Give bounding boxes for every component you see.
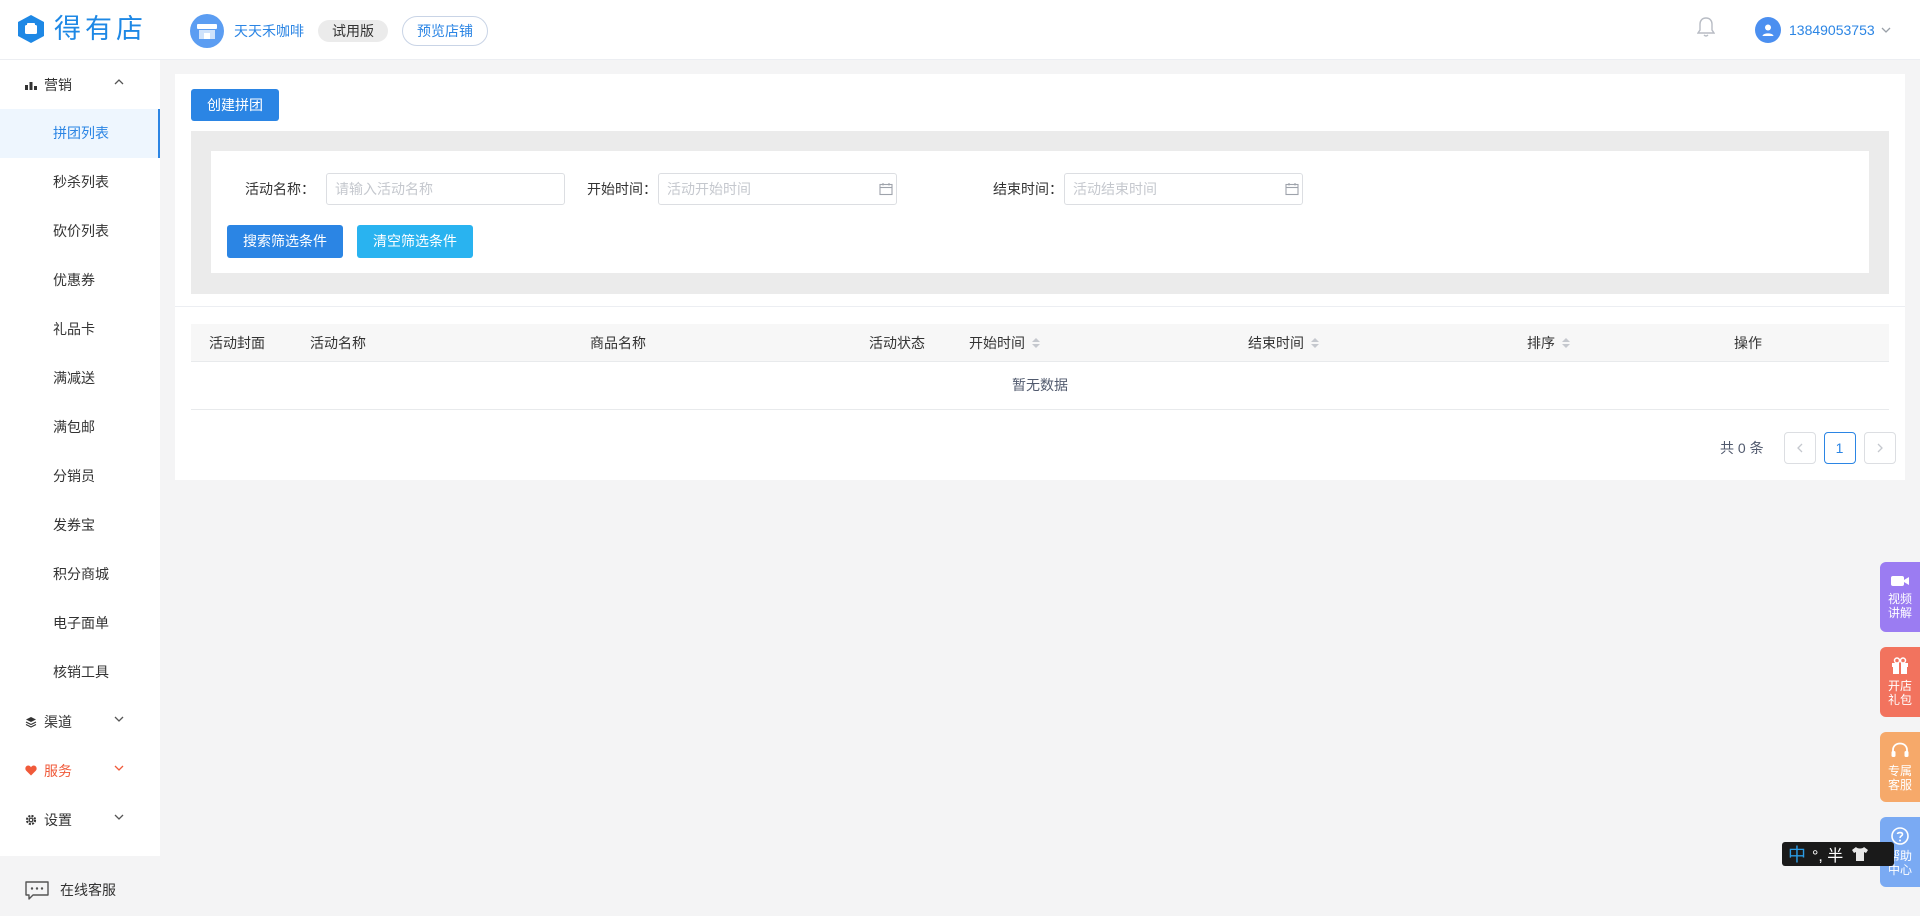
video-tutorial-label: 视频讲解	[1887, 592, 1912, 620]
store-gift-pack-label: 开店礼包	[1887, 679, 1912, 707]
filter-area: 活动名称： 开始时间： 结束时间： 搜索筛选条件 清空筛选条件	[191, 131, 1889, 294]
sidebar: 营销 拼团列表 秒杀列表 砍价列表 优惠券 礼品卡 满减送 满包邮 分销员 发券…	[0, 60, 160, 856]
clear-filter-button[interactable]: 清空筛选条件	[357, 225, 473, 258]
top-header: 得有店 天天禾咖啡 试用版 预览店铺 13849053753	[0, 0, 1920, 60]
page-button-current[interactable]: 1	[1823, 432, 1856, 464]
activity-name-input[interactable]	[326, 173, 565, 205]
sidebar-group-label: 设置	[44, 811, 72, 828]
sidebar-group-label: 服务	[44, 762, 72, 779]
shop-avatar	[190, 14, 224, 48]
start-time-input[interactable]	[658, 173, 897, 205]
ime-mode[interactable]: 中	[1788, 841, 1806, 867]
sidebar-group-label: 渠道	[44, 713, 72, 730]
create-group-buy-button[interactable]: 创建拼团	[191, 89, 279, 121]
user-phone[interactable]: 13849053753	[1789, 22, 1875, 38]
start-time-label: 开始时间：	[587, 181, 657, 197]
column-header-activity-name: 活动名称	[310, 335, 366, 351]
sidebar-item-e-waybill[interactable]: 电子面单	[0, 599, 160, 648]
total-count: 共 0 条	[1720, 440, 1764, 456]
chevron-down-icon	[1881, 27, 1891, 33]
sidebar-item-verify-tool[interactable]: 核销工具	[0, 648, 160, 697]
chevron-up-icon	[114, 79, 124, 85]
calendar-icon[interactable]	[1285, 182, 1299, 196]
logo[interactable]: 得有店	[16, 14, 147, 44]
sidebar-item-distributor[interactable]: 分销员	[0, 452, 160, 501]
column-header-product-name: 商品名称	[590, 335, 646, 351]
chevron-down-icon	[114, 716, 124, 722]
chevron-down-icon	[114, 765, 124, 771]
sidebar-item-full-reduction[interactable]: 满减送	[0, 354, 160, 403]
layers-icon	[24, 715, 38, 729]
activity-table: 活动封面 活动名称 商品名称 活动状态 开始时间 结束时间 排序 操作 暂无数据	[191, 324, 1889, 410]
exclusive-service-label: 专属客服	[1887, 764, 1912, 792]
column-header-status: 活动状态	[869, 335, 925, 351]
search-filter-button[interactable]: 搜索筛选条件	[227, 225, 343, 258]
chevron-right-icon	[1877, 443, 1883, 453]
skin-shirt-icon[interactable]	[1851, 846, 1869, 862]
headset-icon	[1891, 742, 1909, 757]
end-time-label: 结束时间：	[993, 181, 1063, 197]
sort-icon[interactable]	[1562, 338, 1570, 348]
sidebar-item-coupon-issuer[interactable]: 发券宝	[0, 501, 160, 550]
table-header: 活动封面 活动名称 商品名称 活动状态 开始时间 结束时间 排序 操作	[191, 324, 1889, 362]
notification-bell-icon[interactable]	[1696, 16, 1716, 41]
sidebar-item-gift-card[interactable]: 礼品卡	[0, 305, 160, 354]
prev-page-button[interactable]	[1783, 432, 1816, 464]
shop-name[interactable]: 天天禾咖啡	[234, 21, 304, 41]
activity-name-label: 活动名称：	[245, 181, 315, 197]
video-tutorial-button[interactable]: 视频讲解	[1880, 562, 1920, 632]
sidebar-group-channel[interactable]: 渠道	[0, 697, 160, 746]
empty-state: 暂无数据	[191, 362, 1889, 410]
sidebar-group-marketing[interactable]: 营销	[0, 60, 160, 109]
gift-icon	[1892, 657, 1908, 674]
sidebar-group-label: 营销	[44, 76, 72, 93]
divider	[175, 306, 1905, 307]
online-service-label: 在线客服	[60, 882, 116, 898]
chat-icon	[25, 881, 49, 900]
next-page-button[interactable]	[1863, 432, 1896, 464]
logo-text: 得有店	[54, 14, 147, 44]
gear-icon	[24, 813, 38, 827]
heart-icon	[24, 764, 38, 778]
user-menu[interactable]: 13849053753	[1755, 17, 1891, 43]
sidebar-item-points-mall[interactable]: 积分商城	[0, 550, 160, 599]
version-badge: 试用版	[318, 20, 388, 42]
exclusive-service-button[interactable]: 专属客服	[1880, 732, 1920, 802]
calendar-icon[interactable]	[879, 182, 893, 196]
chevron-down-icon	[114, 814, 124, 820]
video-camera-icon	[1891, 576, 1909, 586]
sidebar-item-flash-sale[interactable]: 秒杀列表	[0, 158, 160, 207]
column-header-start-time[interactable]: 开始时间	[969, 324, 1040, 362]
sidebar-item-coupon[interactable]: 优惠券	[0, 256, 160, 305]
chevron-left-icon	[1796, 443, 1803, 453]
ime-toolbar[interactable]: 中 °, 半	[1782, 842, 1894, 866]
preview-store-button[interactable]: 预览店铺	[402, 16, 488, 46]
bar-chart-icon	[24, 78, 38, 92]
sort-icon[interactable]	[1032, 338, 1040, 348]
column-header-sort-order[interactable]: 排序	[1527, 324, 1570, 362]
sort-icon[interactable]	[1311, 338, 1319, 348]
user-avatar-icon	[1755, 17, 1781, 43]
column-header-actions: 操作	[1734, 335, 1762, 351]
column-header-end-time[interactable]: 结束时间	[1248, 324, 1319, 362]
store-icon	[197, 24, 217, 39]
sidebar-group-settings[interactable]: 设置	[0, 795, 160, 844]
logo-icon	[18, 15, 44, 43]
sidebar-group-service[interactable]: 服务	[0, 746, 160, 795]
end-time-input[interactable]	[1064, 173, 1303, 205]
column-header-cover: 活动封面	[209, 335, 265, 351]
store-gift-pack-button[interactable]: 开店礼包	[1880, 647, 1920, 717]
shop-switcher[interactable]: 天天禾咖啡 试用版 预览店铺	[190, 14, 488, 48]
pagination: 共 0 条 1	[1720, 432, 1896, 464]
question-icon	[1891, 827, 1909, 845]
online-service-link[interactable]: 在线客服	[0, 864, 160, 916]
sidebar-item-bargain[interactable]: 砍价列表	[0, 207, 160, 256]
sidebar-item-group-buy[interactable]: 拼团列表	[0, 109, 160, 158]
filter-form: 活动名称： 开始时间： 结束时间： 搜索筛选条件 清空筛选条件	[211, 151, 1869, 273]
main-panel: 创建拼团 活动名称： 开始时间： 结束时间： 搜索筛选条件 清空筛选条件 活动封…	[175, 74, 1905, 480]
ime-punct[interactable]: °, 半	[1812, 842, 1843, 866]
sidebar-item-free-shipping[interactable]: 满包邮	[0, 403, 160, 452]
